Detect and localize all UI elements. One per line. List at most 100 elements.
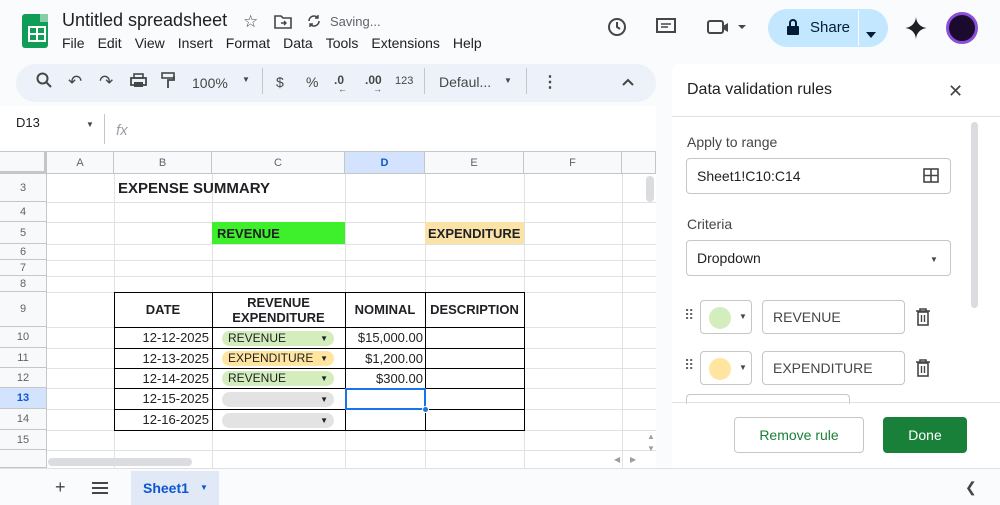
row-header-7[interactable]: 7 [0,260,47,276]
date-cell[interactable]: 12-13-2025 [114,348,211,368]
row-header-10[interactable]: 10 [0,327,47,348]
collapse-toolbar-icon[interactable] [622,73,634,89]
scroll-up-icon[interactable]: ▲ [647,432,655,441]
option-value-input[interactable]: EXPENDITURE [762,351,905,385]
sheet-title[interactable]: EXPENSE SUMMARY [118,174,270,202]
done-button[interactable]: Done [883,417,967,453]
delete-option-icon[interactable] [915,308,931,331]
row-header-3[interactable]: 3 [0,174,47,202]
percent-format-button[interactable]: % [306,74,318,90]
menu-data[interactable]: Data [283,35,313,51]
row-header-12[interactable]: 12 [0,368,47,388]
date-cell[interactable]: 12-12-2025 [114,327,211,348]
menu-file[interactable]: File [62,35,85,51]
column-header-e[interactable]: E [425,152,524,174]
column-header-f[interactable]: F [524,152,622,174]
comments-icon[interactable] [655,17,677,42]
header-date[interactable]: DATE [114,292,212,327]
dropdown-chip-empty[interactable]: ▼ [222,413,334,428]
menu-tools[interactable]: Tools [326,35,359,51]
delete-option-icon[interactable] [915,359,931,382]
sheets-logo-icon[interactable] [22,14,48,48]
column-header-d[interactable]: D [345,152,425,174]
panel-scrollbar[interactable] [971,122,978,308]
menu-edit[interactable]: Edit [98,35,122,51]
option-color-picker[interactable]: ▼ [700,300,752,334]
sheet-tab-chevron-icon[interactable]: ▼ [200,483,208,492]
option-value-input[interactable]: REVENUE [762,300,905,334]
redo-icon[interactable]: ↷ [99,72,113,92]
selected-cell-d13[interactable] [345,388,426,410]
font-select[interactable]: Defaul... [439,74,491,90]
nominal-cell[interactable]: $1,200.00 [345,348,424,368]
remove-rule-button[interactable]: Remove rule [734,417,864,453]
row-header-4[interactable]: 4 [0,202,47,222]
row-header-16[interactable] [0,450,47,468]
dropdown-chip-revenue[interactable]: REVENUE ▼ [222,371,334,386]
criteria-chevron-icon[interactable]: ▼ [930,255,938,264]
menu-help[interactable]: Help [453,35,482,51]
date-cell[interactable]: 12-14-2025 [114,368,211,388]
row-header-6[interactable]: 6 [0,244,47,260]
version-history-icon[interactable] [606,16,628,43]
select-range-grid-icon[interactable] [923,168,939,188]
vertical-scrollbar[interactable] [646,176,654,202]
menu-format[interactable]: Format [226,35,270,51]
paint-format-icon[interactable] [161,72,175,92]
row-header-8[interactable]: 8 [0,276,47,292]
column-header-a[interactable]: A [47,152,114,174]
dropdown-chip-revenue[interactable]: REVENUE ▼ [222,331,334,346]
share-dropdown-chevron-icon[interactable] [866,25,876,43]
expenditure-label-cell[interactable]: EXPENDITURE [425,222,524,244]
add-sheet-icon[interactable]: + [55,477,66,498]
zoom-chevron-icon[interactable]: ▼ [242,75,250,84]
dropdown-chip-expenditure[interactable]: EXPENDITURE ▼ [222,351,334,366]
revenue-label-cell[interactable]: REVENUE [212,222,345,244]
name-box[interactable]: D13 [16,115,40,130]
font-chevron-icon[interactable]: ▼ [504,76,512,85]
move-folder-icon[interactable] [274,13,292,33]
option-color-picker[interactable]: ▼ [700,351,752,385]
spreadsheet-grid[interactable]: A B C D E F 3 4 5 6 7 8 9 10 11 12 13 14… [0,152,656,468]
star-icon[interactable]: ☆ [243,12,258,32]
all-sheets-icon[interactable] [92,481,108,499]
criteria-select[interactable]: Dropdown [686,240,951,276]
row-header-11[interactable]: 11 [0,348,47,368]
drag-handle-icon[interactable]: ⠿ [684,357,694,374]
header-revenue-expenditure[interactable]: REVENUE EXPENDITURE [212,292,345,327]
menu-insert[interactable]: Insert [178,35,213,51]
horizontal-scrollbar[interactable] [48,458,192,466]
scroll-left-icon[interactable]: ◀ [614,455,620,464]
row-header-15[interactable]: 15 [0,430,47,450]
close-icon[interactable]: ✕ [948,81,963,102]
date-cell[interactable]: 12-15-2025 [114,388,211,409]
more-options-icon[interactable]: ⋮ [542,72,558,92]
number-format-button[interactable]: 123 [395,75,413,87]
nominal-cell[interactable]: $15,000.00 [345,327,424,348]
print-icon[interactable] [130,73,147,91]
scroll-down-icon[interactable]: ▼ [647,444,655,453]
row-header-13[interactable]: 13 [0,388,47,409]
row-header-9[interactable]: 9 [0,292,47,327]
undo-icon[interactable]: ↶ [68,72,82,92]
document-title[interactable]: Untitled spreadsheet [62,10,227,31]
select-all-corner[interactable] [0,152,47,174]
meet-video-icon[interactable] [706,18,746,41]
name-box-chevron-icon[interactable]: ▼ [86,120,94,129]
column-header-g[interactable] [622,152,656,174]
menu-extensions[interactable]: Extensions [371,35,439,51]
zoom-select[interactable]: 100% [192,75,228,91]
scroll-right-icon[interactable]: ▶ [630,455,636,464]
dropdown-chip-empty[interactable]: ▼ [222,392,334,407]
fill-handle[interactable] [422,406,429,413]
gemini-sparkle-icon[interactable] [904,16,928,45]
expand-side-panel-icon[interactable]: ❮ [965,479,977,496]
menu-view[interactable]: View [135,35,165,51]
header-nominal[interactable]: NOMINAL [345,292,425,327]
date-cell[interactable]: 12-16-2025 [114,409,211,430]
currency-format-button[interactable]: $ [276,74,284,90]
column-header-b[interactable]: B [114,152,212,174]
search-menus-icon[interactable] [36,72,52,91]
row-header-14[interactable]: 14 [0,409,47,430]
drag-handle-icon[interactable]: ⠿ [684,307,694,324]
